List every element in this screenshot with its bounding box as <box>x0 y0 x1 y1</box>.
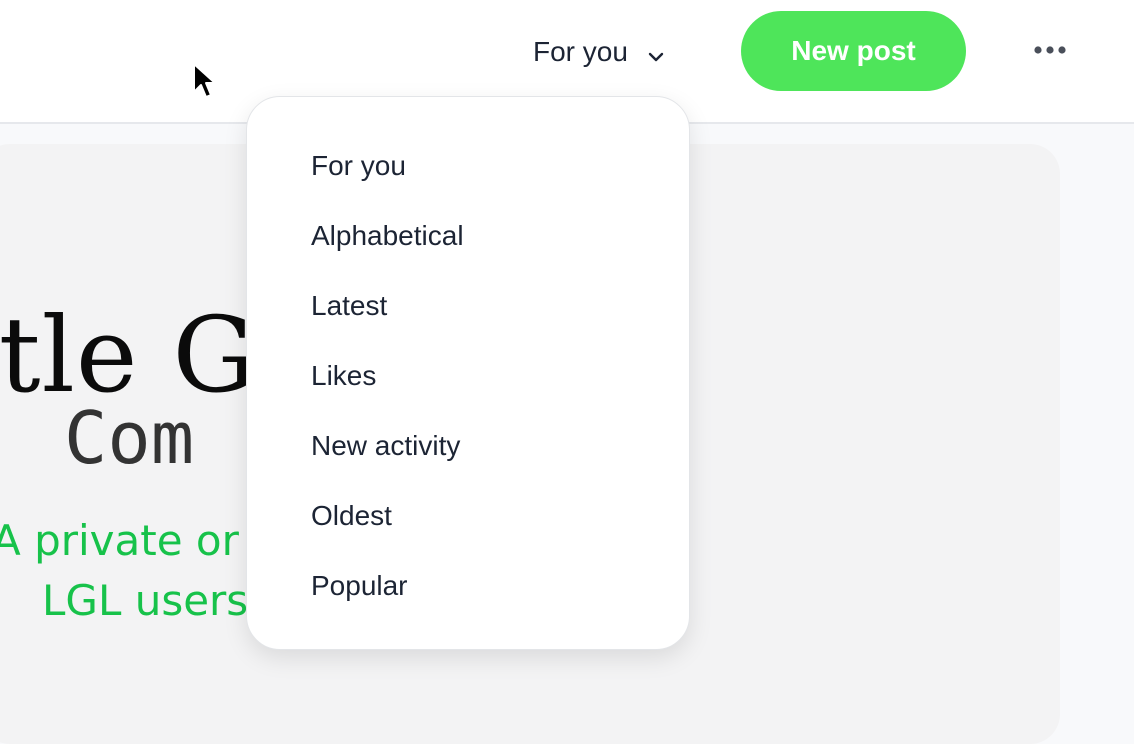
sort-options-list: For you Alphabetical Latest Likes New ac… <box>247 131 689 621</box>
sort-selected-label: For you <box>533 36 628 67</box>
banner-tagline-line1: A private or <box>0 516 239 565</box>
sort-dropdown-trigger[interactable]: For you <box>533 30 666 74</box>
sort-option-oldest[interactable]: Oldest <box>247 481 689 551</box>
banner-tagline-line2: LGL users <box>42 576 249 625</box>
sort-dropdown-menu: For you Alphabetical Latest Likes New ac… <box>246 96 690 650</box>
new-post-button[interactable]: New post <box>741 11 966 91</box>
sort-option-latest[interactable]: Latest <box>247 271 689 341</box>
sort-option-alphabetical[interactable]: Alphabetical <box>247 201 689 271</box>
sort-option-new-activity[interactable]: New activity <box>247 411 689 481</box>
sort-option-popular[interactable]: Popular <box>247 551 689 621</box>
sort-option-for-you[interactable]: For you <box>247 131 689 201</box>
ellipsis-horizontal-icon[interactable] <box>1030 36 1070 64</box>
sort-option-likes[interactable]: Likes <box>247 341 689 411</box>
banner-subtitle: Com <box>64 396 195 480</box>
chevron-down-icon <box>646 42 666 62</box>
mouse-cursor-icon <box>192 62 218 102</box>
